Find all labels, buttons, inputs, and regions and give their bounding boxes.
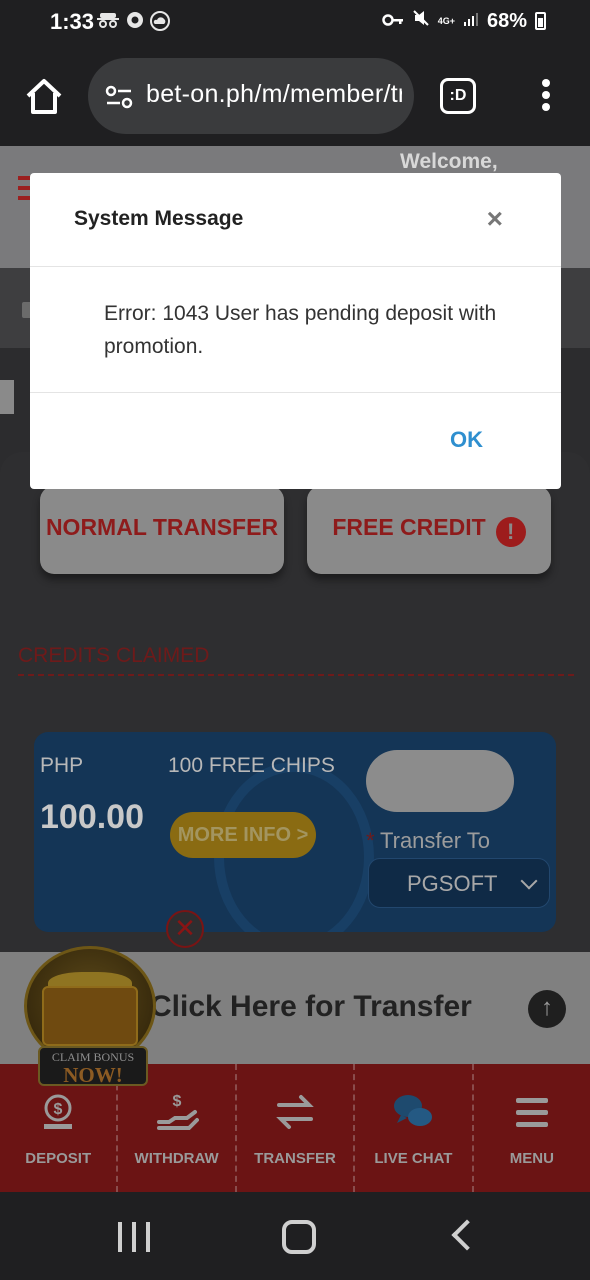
tab-switcher-button[interactable]: :D bbox=[440, 78, 476, 114]
back-button[interactable] bbox=[451, 1219, 483, 1251]
dialog-body: Error: 1043 User has pending deposit wit… bbox=[30, 267, 561, 393]
ok-button[interactable]: OK bbox=[450, 427, 483, 453]
site-settings-icon[interactable] bbox=[104, 82, 134, 112]
status-right: 4G+ 68% bbox=[381, 9, 546, 33]
status-time: 1:33 bbox=[50, 9, 95, 34]
mute-icon bbox=[412, 9, 430, 33]
more-options-button[interactable] bbox=[534, 76, 558, 116]
url-text[interactable]: bet-on.ph/m/member/tr bbox=[146, 80, 402, 109]
chrome-icon bbox=[126, 11, 144, 36]
home-icon bbox=[26, 79, 62, 114]
browser-toolbar: bet-on.ph/m/member/tr :D bbox=[0, 46, 590, 146]
home-button[interactable] bbox=[22, 74, 66, 118]
dialog-title: System Message bbox=[74, 207, 244, 230]
incognito-icon bbox=[96, 11, 120, 36]
home-system-button[interactable] bbox=[282, 1220, 316, 1254]
dialog-header: System Message × bbox=[30, 173, 561, 267]
cloud-icon bbox=[150, 11, 170, 36]
status-bar: 1:33 4G+ 68% bbox=[0, 0, 590, 46]
address-bar[interactable]: bet-on.ph/m/member/tr bbox=[88, 58, 414, 134]
dialog-message: Error: 1043 User has pending deposit wit… bbox=[104, 302, 497, 358]
signal-icon bbox=[463, 10, 479, 33]
status-left-icons bbox=[96, 11, 170, 36]
battery-percent: 68% bbox=[486, 9, 527, 32]
recents-button[interactable] bbox=[118, 1222, 150, 1252]
network-type: 4G+ bbox=[437, 15, 455, 26]
system-message-dialog: System Message × Error: 1043 User has pe… bbox=[30, 173, 561, 489]
close-icon[interactable]: × bbox=[487, 203, 503, 235]
system-navigation-bar bbox=[0, 1192, 590, 1280]
screen: 1:33 4G+ 68% bet-on.ph/m/member/tr:D We… bbox=[0, 0, 590, 1280]
vpn-key-icon bbox=[381, 10, 404, 33]
battery-icon bbox=[535, 12, 546, 30]
